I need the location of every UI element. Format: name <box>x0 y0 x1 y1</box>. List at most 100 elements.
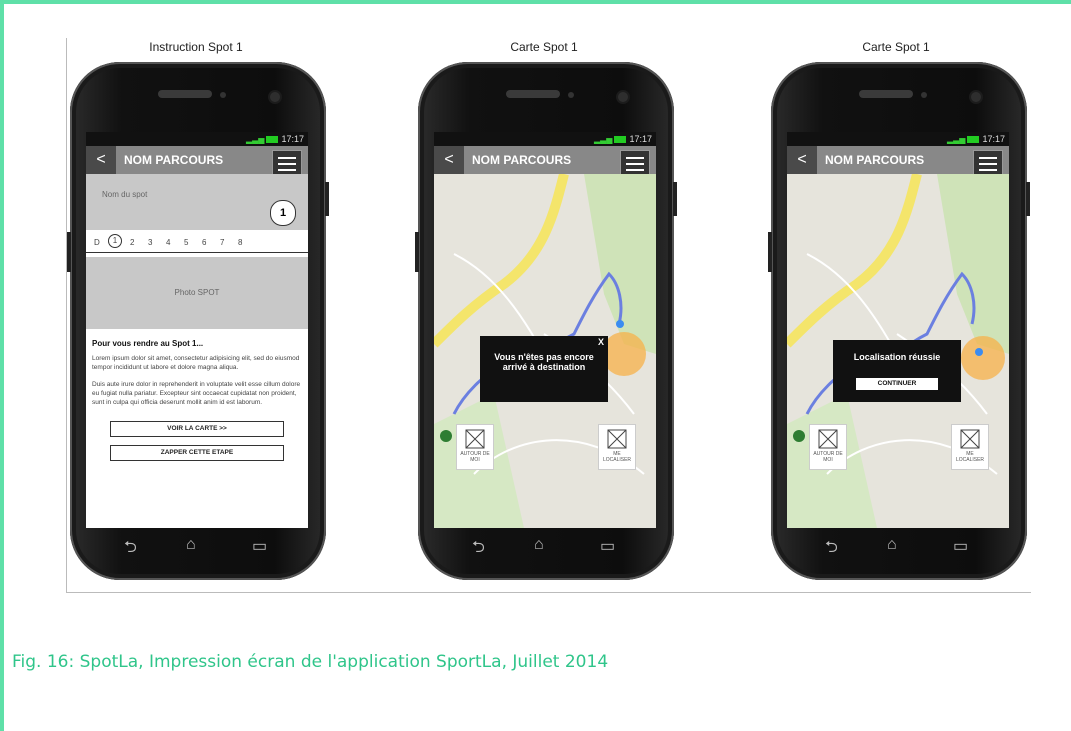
step-item-current[interactable]: 1 <box>108 234 122 248</box>
status-bar: ▂▃▅ 17:17 <box>86 132 308 146</box>
start-marker <box>793 430 805 442</box>
continue-button[interactable]: CONTINUER <box>856 378 938 390</box>
around-me-icon <box>818 429 838 449</box>
battery-icon <box>614 136 627 144</box>
recent-apps-icon[interactable]: ▭ <box>600 536 615 556</box>
step-item[interactable]: 2 <box>130 238 134 247</box>
screen-map-1: ▂▃▅ 17:17 < NOM PARCOURS X Vous n'êtes pa… <box>434 132 656 528</box>
spot-number-badge: 1 <box>270 200 296 226</box>
power-button[interactable] <box>673 182 677 216</box>
step-item[interactable]: 3 <box>148 238 152 247</box>
back-button[interactable]: < <box>787 146 817 174</box>
figure-caption: Fig. 16: SpotLa, Impression écran de l'a… <box>12 652 609 672</box>
back-nav-icon[interactable]: ⮌ <box>825 536 838 563</box>
sensor <box>220 92 226 98</box>
app-title: NOM PARCOURS <box>825 153 925 167</box>
locate-me-button[interactable]: ME LOCALISER <box>598 424 636 470</box>
back-button[interactable]: < <box>86 146 116 174</box>
recent-apps-icon[interactable]: ▭ <box>252 536 267 556</box>
screen-title-map-2: Carte Spot 1 <box>862 40 930 54</box>
step-item[interactable]: 4 <box>166 238 170 247</box>
power-button[interactable] <box>1026 182 1030 216</box>
signal-icon: ▂▃▅ <box>246 135 265 144</box>
around-me-label: AUTOUR DE MOI <box>460 451 490 463</box>
skip-step-button[interactable]: ZAPPER CETTE ETAPE <box>110 445 284 461</box>
battery-icon <box>967 136 980 144</box>
app-title: NOM PARCOURS <box>124 153 224 167</box>
earpiece <box>859 90 913 98</box>
volume-button[interactable] <box>67 232 71 272</box>
android-nav-bar: ⮌ ⌂ ▭ <box>86 528 308 566</box>
status-bar: ▂▃▅ 17:17 <box>787 132 1009 146</box>
earpiece <box>158 90 212 98</box>
power-button[interactable] <box>325 182 329 216</box>
app-title: NOM PARCOURS <box>472 153 572 167</box>
front-camera <box>270 92 280 102</box>
android-nav-bar: ⮌ ⌂ ▭ <box>787 528 1009 566</box>
phone-map-2: ▂▃▅ 17:17 < NOM PARCOURS Localisation réu… <box>768 62 1030 580</box>
status-time: 17:17 <box>982 134 1005 144</box>
home-nav-icon[interactable]: ⌂ <box>887 536 897 554</box>
instruction-heading: Pour vous rendre au Spot 1... <box>92 339 204 348</box>
locate-me-icon <box>960 429 980 449</box>
around-me-icon <box>465 429 485 449</box>
status-time: 17:17 <box>281 134 304 144</box>
back-button[interactable]: < <box>434 146 464 174</box>
volume-button[interactable] <box>768 232 772 272</box>
spot-photo: Photo SPOT <box>86 257 308 329</box>
not-arrived-dialog: X Vous n'êtes pas encore arrivé à destin… <box>480 336 608 402</box>
spot-name: Nom du spot <box>102 190 148 199</box>
around-me-button[interactable]: AUTOUR DE MOI <box>809 424 847 470</box>
step-item[interactable]: D <box>94 238 100 247</box>
screen-instruction: ▂▃▅ 17:17 < NOM PARCOURS Nom du spot 1 D … <box>86 132 308 528</box>
app-bar: < NOM PARCOURS <box>787 146 1009 180</box>
instruction-paragraph: Lorem ipsum dolor sit amet, consectetur … <box>92 355 300 371</box>
target-zone <box>961 336 1005 380</box>
volume-button[interactable] <box>415 232 419 272</box>
map-view[interactable]: Localisation réussie CONTINUER AUTOUR DE… <box>787 174 1009 528</box>
user-location-dot <box>616 320 624 328</box>
screen-map-2: ▂▃▅ 17:17 < NOM PARCOURS Localisation réu… <box>787 132 1009 528</box>
locate-me-button[interactable]: ME LOCALISER <box>951 424 989 470</box>
dialog-message: Vous n'êtes pas encore arrivé à destinat… <box>494 352 594 372</box>
step-item[interactable]: 7 <box>220 238 224 247</box>
battery-icon <box>266 136 279 144</box>
user-location-dot <box>975 348 983 356</box>
signal-icon: ▂▃▅ <box>947 135 966 144</box>
view-map-button[interactable]: VOIR LA CARTE >> <box>110 421 284 437</box>
locate-me-label: ME LOCALISER <box>955 451 985 463</box>
status-bar: ▂▃▅ 17:17 <box>434 132 656 146</box>
dialog-message: Localisation réussie <box>853 352 941 362</box>
target-zone <box>602 332 646 376</box>
phone-instruction: ▂▃▅ 17:17 < NOM PARCOURS Nom du spot 1 D … <box>67 62 329 580</box>
phone-map-1: ▂▃▅ 17:17 < NOM PARCOURS X Vous n'êtes pa… <box>415 62 677 580</box>
home-nav-icon[interactable]: ⌂ <box>534 536 544 554</box>
earpiece <box>506 90 560 98</box>
recent-apps-icon[interactable]: ▭ <box>953 536 968 556</box>
sensor <box>568 92 574 98</box>
back-nav-icon[interactable]: ⮌ <box>124 536 137 563</box>
map-view[interactable]: X Vous n'êtes pas encore arrivé à destin… <box>434 174 656 528</box>
close-icon[interactable]: X <box>598 337 604 347</box>
around-me-label: AUTOUR DE MOI <box>813 451 843 463</box>
step-item[interactable]: 8 <box>238 238 242 247</box>
front-camera <box>618 92 628 102</box>
status-time: 17:17 <box>629 134 652 144</box>
app-bar: < NOM PARCOURS <box>434 146 656 180</box>
location-success-dialog: Localisation réussie CONTINUER <box>833 340 961 402</box>
back-nav-icon[interactable]: ⮌ <box>472 536 485 563</box>
step-item[interactable]: 5 <box>184 238 188 247</box>
front-camera <box>971 92 981 102</box>
spot-header: Nom du spot 1 <box>86 174 308 230</box>
instruction-paragraph: Duis aute irure dolor in reprehenderit i… <box>92 381 301 406</box>
step-progress: D 1 2 3 4 5 6 7 8 <box>86 230 308 253</box>
locate-me-label: ME LOCALISER <box>602 451 632 463</box>
signal-icon: ▂▃▅ <box>594 135 613 144</box>
android-nav-bar: ⮌ ⌂ ▭ <box>434 528 656 566</box>
around-me-button[interactable]: AUTOUR DE MOI <box>456 424 494 470</box>
home-nav-icon[interactable]: ⌂ <box>186 536 196 554</box>
sensor <box>921 92 927 98</box>
locate-me-icon <box>607 429 627 449</box>
app-bar: < NOM PARCOURS <box>86 146 308 180</box>
step-item[interactable]: 6 <box>202 238 206 247</box>
